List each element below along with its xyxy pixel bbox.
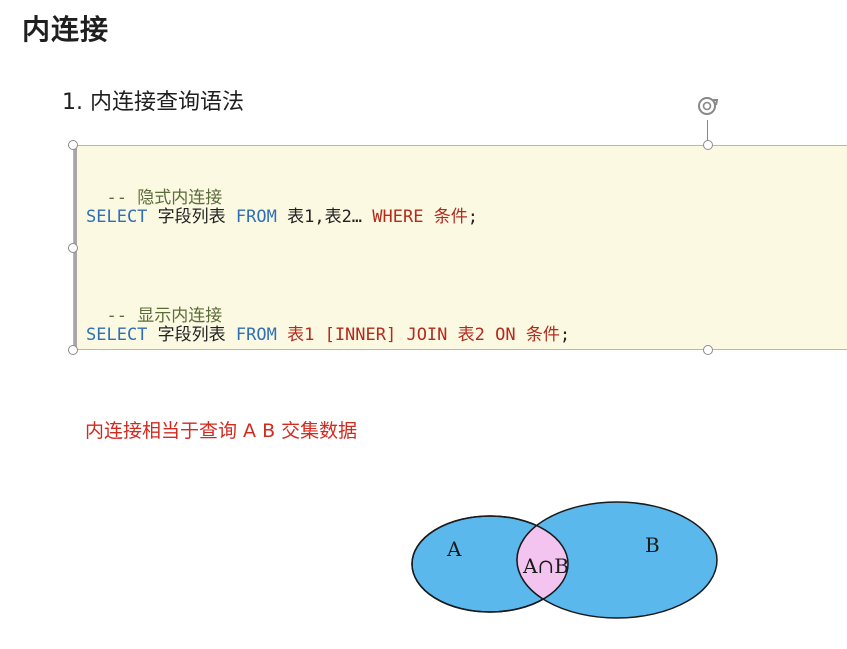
code-line-implicit: SELECT 字段列表 FROM 表1,表2… WHERE 条件; <box>86 202 478 227</box>
code-condition: 条件 <box>423 207 468 227</box>
inner-join-note: 内连接相当于查询 A B 交集数据 <box>85 420 358 442</box>
keyword-select: SELECT <box>86 325 148 345</box>
keyword-from: FROM <box>235 207 277 227</box>
code-line-explicit: SELECT 字段列表 FROM 表1 [INNER] JOIN 表2 ON 条… <box>86 320 570 345</box>
selection-handle-bottom-left[interactable] <box>68 345 78 355</box>
keyword-select: SELECT <box>86 207 148 227</box>
code-tables: 表1,表2… <box>276 207 373 227</box>
rotate-handle-icon[interactable] <box>692 92 722 122</box>
keyword-where: WHERE <box>372 207 424 227</box>
page-title: 内连接 <box>22 13 110 46</box>
keyword-inner-join: [INNER] JOIN <box>324 325 448 345</box>
code-fields: 字段列表 <box>147 325 236 345</box>
venn-label-a: A <box>446 537 462 561</box>
venn-diagram: A B A∩B <box>411 501 718 619</box>
section-title: 1. 内连接查询语法 <box>62 90 244 115</box>
code-table-2: 表2 <box>447 325 496 345</box>
code-table-1: 表1 <box>276 325 325 345</box>
keyword-on: ON <box>495 325 516 345</box>
selection-handle-top-left[interactable] <box>68 140 78 150</box>
code-condition: 条件 <box>515 325 560 345</box>
selection-handle-bottom-center[interactable] <box>703 345 713 355</box>
code-semicolon: ; <box>467 207 478 227</box>
selection-handle-top-center[interactable] <box>703 140 713 150</box>
code-semicolon: ; <box>559 325 571 345</box>
selection-handle-middle-left[interactable] <box>68 243 78 253</box>
keyword-from: FROM <box>235 325 277 345</box>
code-fields: 字段列表 <box>147 207 236 227</box>
venn-label-b: B <box>645 533 660 557</box>
venn-label-intersection: A∩B <box>522 554 569 578</box>
